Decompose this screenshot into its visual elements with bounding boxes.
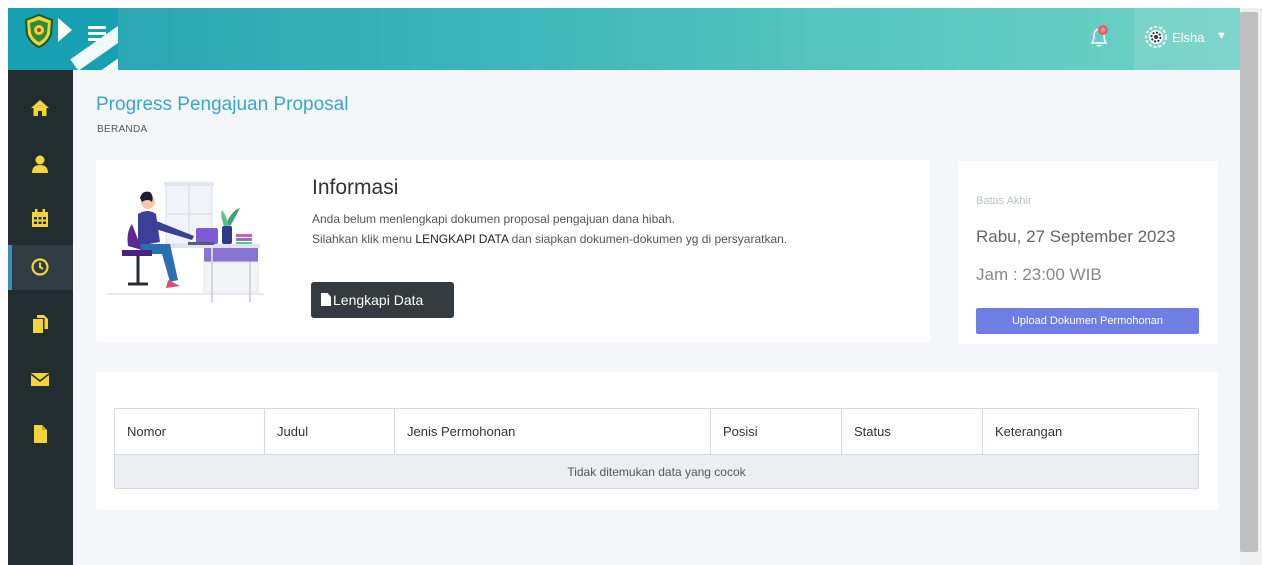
chevron-down-icon: ▼: [1216, 30, 1227, 42]
info-title: Informasi: [312, 176, 399, 199]
envelope-icon: [30, 373, 50, 386]
upload-document-button[interactable]: Upload Dokumen Permohonan: [976, 308, 1199, 334]
column-nomor[interactable]: Nomor: [114, 408, 265, 455]
scrollbar-thumb[interactable]: [1240, 12, 1258, 552]
emblem-logo-icon: [24, 14, 54, 48]
clock-icon: [31, 258, 49, 276]
deadline-time: Jam : 23:00 WIB: [976, 265, 1102, 284]
lengkapi-data-highlight: LENGKAPI DATA: [415, 232, 509, 246]
woman-at-desk-illustration: [108, 182, 264, 302]
user-menu[interactable]: Elsha ▼: [1134, 8, 1240, 70]
info-card: Informasi Anda belum menlengkapi dokumen…: [96, 160, 930, 342]
table-card: Nomor Judul Jenis Permohonan Posisi Stat…: [96, 372, 1218, 510]
file-icon: [34, 425, 47, 443]
column-jenis-permohonan[interactable]: Jenis Permohonan: [394, 408, 711, 455]
column-keterangan[interactable]: Keterangan: [982, 408, 1199, 455]
empty-table-message: Tidak ditemukan data yang cocok: [114, 454, 1199, 489]
deadline-date: Rabu, 27 September 2023: [976, 227, 1176, 246]
sidebar-item-progress[interactable]: [8, 245, 73, 290]
column-judul[interactable]: Judul: [264, 408, 395, 455]
copy-icon: [33, 315, 48, 333]
logo-arrow-icon: [58, 18, 72, 42]
deadline-card: Batas Akhir Rabu, 27 September 2023 Jam …: [958, 161, 1218, 344]
calendar-icon: [32, 209, 48, 227]
sidebar-item-files[interactable]: [8, 412, 73, 457]
info-instruction: Silahkan klik menu LENGKAPI DATA dan sia…: [312, 232, 788, 246]
column-posisi[interactable]: Posisi: [710, 408, 842, 455]
app-window: Elsha ▼ Progress Pengajuan Proposal BERA…: [8, 8, 1240, 565]
sidebar-item-home[interactable]: [8, 86, 73, 131]
sidebar-item-calendar[interactable]: [8, 196, 73, 241]
sidebar-item-documents[interactable]: [8, 302, 73, 347]
page-title: Progress Pengajuan Proposal: [96, 94, 349, 115]
sidebar-item-profile[interactable]: [8, 142, 73, 187]
proposal-table: Nomor Judul Jenis Permohonan Posisi Stat…: [114, 408, 1199, 489]
info-message: Anda belum menlengkapi dokumen proposal …: [312, 212, 675, 226]
gear-avatar-icon: [1145, 26, 1167, 48]
lengkapi-data-button[interactable]: Lengkapi Data: [311, 282, 454, 318]
column-status[interactable]: Status: [841, 408, 983, 455]
file-icon: [321, 293, 331, 306]
table-row: Tidak ditemukan data yang cocok: [114, 454, 1199, 489]
hamburger-icon[interactable]: [88, 26, 106, 42]
sidebar: [8, 70, 73, 565]
bell-icon[interactable]: [1086, 24, 1112, 50]
user-icon: [32, 155, 48, 173]
user-name: Elsha: [1172, 30, 1205, 45]
table-header-row: Nomor Judul Jenis Permohonan Posisi Stat…: [114, 408, 1199, 455]
topbar: Elsha ▼: [8, 8, 1240, 70]
home-icon: [31, 100, 49, 116]
deadline-label: Batas Akhir: [976, 195, 1032, 207]
sidebar-item-messages[interactable]: [8, 357, 73, 402]
breadcrumb[interactable]: BERANDA: [97, 124, 147, 135]
